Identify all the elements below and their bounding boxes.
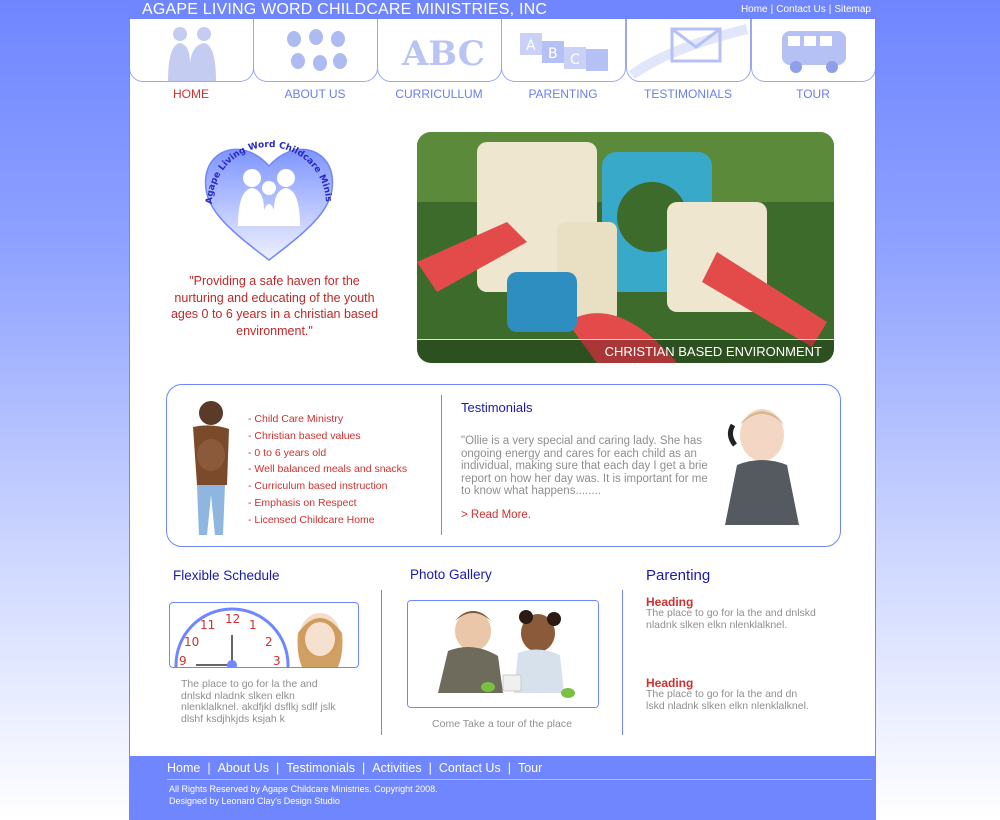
list-item: - Christian based values (248, 429, 361, 442)
svg-text:A: A (526, 38, 536, 54)
nav-curriculum[interactable]: CURRICULLUM (377, 87, 501, 101)
gallery-title: Photo Gallery (410, 567, 492, 582)
list-item: - Well balanced meals and snacks (248, 463, 408, 476)
footer: Home | About Us | Testimonials | Activities | Co… (129, 756, 876, 820)
top-link-sitemap[interactable]: Sitemap (834, 4, 871, 15)
site-logo: Agape Living Word Childcare Ministries, … (191, 119, 344, 266)
nav-tile-about[interactable] (253, 19, 378, 82)
nav-testimonials[interactable]: TESTIMONIALS (626, 87, 750, 101)
schedule-image: 12 1 2 3 9 10 11 (169, 602, 359, 668)
testimonial-text: "Ollie is a very special and caring lady… (461, 435, 711, 498)
list-item: - Curriculum based instruction (248, 480, 388, 493)
nav-tour[interactable]: TOUR (751, 87, 875, 101)
abc-letters-icon: ABC (401, 34, 485, 74)
top-links: Home | Contact Us | Sitemap (740, 4, 871, 15)
alphabet-blocks-icon: A B C (520, 33, 608, 71)
divider (441, 395, 442, 535)
nav-parenting[interactable]: PARENTING (501, 87, 625, 101)
divider (622, 590, 623, 735)
nav-tile-testimonials[interactable] (626, 19, 751, 82)
info-panel: - Child Care Ministry - Christian based … (166, 384, 841, 547)
nav-tiles: ABC A B C (129, 19, 876, 83)
divider (381, 590, 382, 735)
nav-tile-tour[interactable] (751, 19, 876, 82)
list-item: - Child Care Ministry (248, 413, 344, 425)
read-more-link[interactable]: > Read More. (461, 509, 531, 521)
features-list: - Child Care Ministry - Christian based … (248, 411, 407, 529)
gallery-image[interactable] (407, 600, 599, 708)
hero-caption: CHRISTIAN BASED ENVIRONMENT (417, 339, 834, 363)
footer-link-testimonials[interactable]: Testimonials (286, 761, 355, 775)
designer-credit: Designed by Leonard Clay's Design Studio (169, 795, 340, 806)
clock-number: 1 (249, 618, 257, 632)
parenting-title: Parenting (646, 567, 711, 584)
clock-number: 12 (225, 612, 240, 626)
top-link-home[interactable]: Home (741, 4, 768, 15)
footer-divider (167, 779, 872, 780)
site-title: AGAPE LIVING WORD CHILDCARE MINISTRIES, … (142, 1, 548, 18)
envelope-icon (629, 24, 749, 80)
nav-about-us[interactable]: ABOUT US (253, 87, 377, 101)
list-item: - Licensed Childcare Home (248, 513, 375, 526)
top-bar: AGAPE LIVING WORD CHILDCARE MINISTRIES, … (129, 0, 876, 19)
child-hugging-photo (193, 401, 229, 535)
handprints-icon (287, 29, 347, 71)
svg-text:C: C (570, 52, 580, 68)
gallery-caption: Come Take a tour of the place (432, 718, 572, 730)
clock-number: 3 (273, 654, 281, 667)
family-silhouette-icon (168, 27, 216, 81)
parenting-text: The place to go for la the and dn lskd n… (646, 688, 809, 712)
list-item: - 0 to 6 years old (248, 446, 327, 459)
clock-number: 10 (184, 635, 199, 649)
nav-tile-home[interactable] (129, 19, 254, 82)
parenting-text: The place to go for la the and dnlskd nl… (646, 607, 816, 631)
page-border-left (129, 0, 130, 820)
mission-quote: "Providing a safe haven for the nurturin… (170, 274, 379, 338)
clock-icon: 12 1 2 3 9 10 11 (174, 607, 343, 667)
testimonials-title: Testimonials (461, 400, 533, 415)
kids-playing-photo (408, 601, 598, 707)
heart-logo-graphic: Agape Living Word Childcare Ministries, … (191, 119, 334, 261)
copyright: All Rights Reserved by Agape Childcare M… (169, 784, 438, 807)
svg-text:B: B (548, 46, 558, 62)
footer-nav: Home | About Us | Testimonials | Activities | Co… (167, 761, 543, 775)
footer-link-about[interactable]: About Us (218, 761, 269, 775)
svg-text:ABC: ABC (401, 34, 485, 74)
footer-link-contact[interactable]: Contact Us (439, 761, 501, 775)
hero-photo: CHRISTIAN BASED ENVIRONMENT (417, 132, 834, 363)
copyright-text: All Rights Reserved by Agape Childcare M… (169, 784, 438, 794)
schedule-text: The place to go for la the and dnlskd nl… (181, 678, 336, 725)
clock-number: 9 (179, 654, 187, 667)
top-link-contact[interactable]: Contact Us (776, 4, 825, 15)
toddler-phone-photo (707, 395, 817, 525)
list-item: - Emphasis on Respect (248, 496, 357, 509)
playground-image (417, 132, 834, 363)
page-border-right (875, 0, 876, 820)
nav-home[interactable]: HOME (129, 87, 253, 101)
nav-tile-curriculum[interactable]: ABC (377, 19, 502, 82)
footer-link-home[interactable]: Home (167, 761, 200, 775)
clock-number: 2 (265, 635, 273, 649)
schedule-title: Flexible Schedule (173, 568, 280, 583)
nav-tile-parenting[interactable]: A B C (501, 19, 626, 82)
footer-link-activities[interactable]: Activities (372, 761, 421, 775)
bus-icon (782, 31, 846, 73)
footer-link-tour[interactable]: Tour (518, 761, 542, 775)
clock-number: 11 (200, 618, 215, 632)
page-container: AGAPE LIVING WORD CHILDCARE MINISTRIES, … (129, 0, 876, 820)
